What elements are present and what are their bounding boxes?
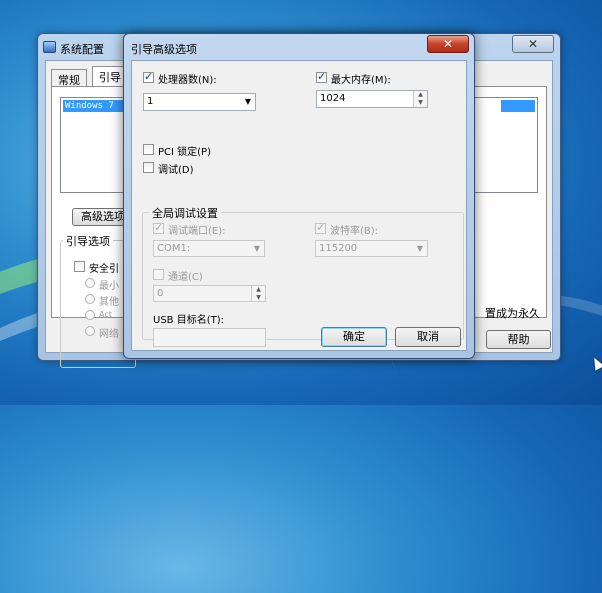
channel-checkbox[interactable] — [153, 269, 164, 280]
tab-general[interactable]: 常规 — [51, 69, 87, 87]
alternate-shell-label: 其他 — [99, 297, 119, 308]
max-memory-input[interactable]: 1024 ▲ ▼ — [316, 90, 428, 108]
usb-target-input[interactable] — [153, 328, 266, 347]
down-arrow-icon[interactable]: ▼ — [252, 294, 265, 302]
num-processors-value: 1 — [147, 96, 154, 107]
pci-lock-label: PCI 锁定(P) — [158, 147, 211, 158]
network-radio[interactable] — [85, 326, 95, 336]
baud-rate-select[interactable]: 115200 ▼ — [315, 240, 428, 257]
close-button[interactable]: ✕ — [512, 35, 554, 53]
spinner[interactable]: ▲ ▼ — [251, 286, 265, 301]
num-processors-select[interactable]: 1 ▼ — [143, 93, 256, 111]
baud-rate-value: 115200 — [319, 243, 358, 254]
max-memory-label: 最大内存(M): — [331, 75, 391, 86]
chevron-down-icon: ▼ — [253, 244, 260, 253]
mouse-cursor-icon — [589, 355, 602, 371]
cancel-button[interactable]: 取消 — [395, 327, 461, 347]
channel-value: 0 — [157, 288, 164, 299]
usb-target-label: USB 目标名(T): — [153, 315, 224, 326]
chevron-down-icon: ▼ — [416, 244, 423, 253]
baud-rate-label: 波特率(B): — [330, 226, 379, 237]
active-directory-label: Act — [99, 310, 112, 319]
network-label: 网络 — [99, 329, 119, 340]
minimal-label: 最小 — [99, 281, 119, 292]
close-button[interactable]: ✕ — [427, 35, 469, 53]
down-arrow-icon[interactable]: ▼ — [414, 99, 427, 107]
debug-port-select[interactable]: COM1: ▼ — [153, 240, 265, 257]
max-memory-checkbox[interactable] — [316, 70, 327, 83]
active-directory-radio[interactable] — [85, 310, 95, 320]
channel-label: 通道(C) — [168, 272, 203, 283]
make-permanent-label: 置成为永久 — [485, 307, 540, 320]
spinner[interactable]: ▲ ▼ — [413, 91, 427, 107]
ok-button[interactable]: 确定 — [321, 327, 387, 347]
minimal-radio[interactable] — [85, 278, 95, 288]
debug-port-checkbox[interactable] — [153, 221, 164, 234]
global-debug-legend: 全局调试设置 — [149, 205, 221, 221]
up-arrow-icon[interactable]: ▲ — [252, 286, 265, 294]
help-button[interactable]: 帮助 — [486, 330, 551, 349]
safe-boot-label: 安全引 — [89, 264, 119, 275]
channel-input[interactable]: 0 ▲ ▼ — [153, 285, 266, 302]
baud-rate-checkbox[interactable] — [315, 221, 326, 234]
max-memory-value: 1024 — [320, 93, 346, 104]
boot-options-label: 引导选项 — [63, 233, 113, 249]
dialog-title: 引导高级选项 — [131, 43, 197, 56]
num-processors-label: 处理器数(N): — [158, 75, 217, 86]
advanced-boot-options-dialog: 引导高级选项 ✕ 处理器数(N): 1 ▼ 最大内存(M): 1024 ▲▼ P… — [123, 33, 475, 359]
debug-port-label: 调试端口(E): — [168, 226, 226, 237]
debug-checkbox[interactable] — [143, 162, 154, 173]
system-config-icon — [43, 41, 56, 53]
chevron-down-icon: ▼ — [244, 97, 251, 106]
dialog-client-area: 处理器数(N): 1 ▼ 最大内存(M): 1024 ▲▼ PCI 锁定(P) … — [131, 60, 467, 351]
up-arrow-icon[interactable]: ▲ — [414, 91, 427, 99]
window-title: 系统配置 — [60, 43, 104, 56]
safe-boot-checkbox[interactable] — [74, 261, 85, 272]
debug-port-value: COM1: — [157, 243, 191, 254]
debug-label: 调试(D) — [158, 165, 194, 176]
pci-lock-checkbox[interactable] — [143, 144, 154, 155]
list-item-selection — [501, 100, 535, 112]
alternate-shell-radio[interactable] — [85, 294, 95, 304]
num-processors-checkbox[interactable] — [143, 70, 154, 83]
global-debug-group: 全局调试设置 调试端口(E): COM1: ▼ 波特率(B): 115200 ▼… — [142, 205, 464, 347]
